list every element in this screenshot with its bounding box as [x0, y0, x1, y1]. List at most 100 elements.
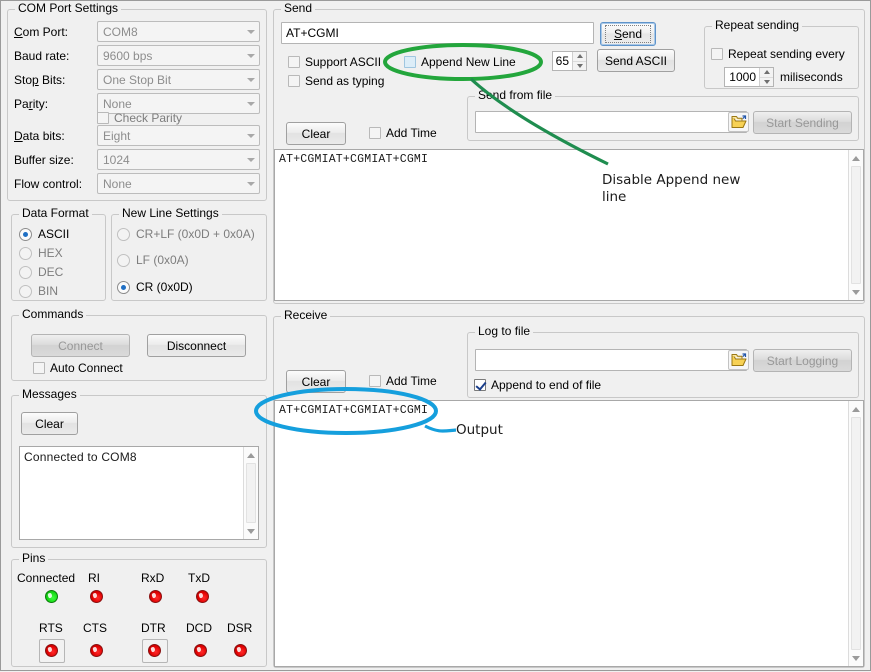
send-command-input[interactable]: AT+CGMI — [281, 22, 594, 44]
checkbox-box — [369, 127, 381, 139]
scroll-up-icon[interactable] — [849, 402, 863, 416]
label-buffer-size: Buffer size: — [14, 153, 74, 167]
messages-log[interactable]: Connected to COM8 — [19, 446, 259, 540]
pin-label-connected: Connected — [17, 571, 75, 585]
send-as-typing-checkbox[interactable]: Send as typing — [288, 74, 384, 88]
repeat-interval-unit: miliseconds — [780, 70, 843, 84]
data-bits-select[interactable]: Eight — [97, 125, 260, 146]
checkbox-box — [404, 56, 416, 68]
receive-title: Receive — [281, 309, 330, 321]
repeat-sending-checkbox[interactable]: Repeat sending every — [711, 47, 845, 61]
check-parity-checkbox[interactable]: Check Parity — [97, 111, 182, 125]
receive-log-scrollbar[interactable] — [848, 401, 863, 666]
label-baud-rate: Baud rate: — [14, 49, 69, 63]
scroll-thumb[interactable] — [851, 417, 861, 650]
pin-led-rts — [45, 644, 58, 657]
flow-control-select[interactable]: None — [97, 173, 260, 194]
pin-label-cts: CTS — [83, 621, 107, 635]
radio-newline-crlf[interactable]: CR+LF (0x0D + 0x0A) — [117, 227, 255, 241]
folder-open-icon[interactable] — [728, 112, 749, 132]
scroll-up-icon[interactable] — [849, 151, 863, 165]
chevron-down-icon — [242, 126, 259, 145]
send-add-time-checkbox[interactable]: Add Time — [369, 126, 437, 140]
repeat-interval-spinner[interactable]: 1000 — [724, 67, 774, 87]
messages-scrollbar[interactable] — [243, 447, 258, 539]
folder-open-icon[interactable] — [728, 350, 749, 370]
start-sending-button[interactable]: Start Sending — [753, 111, 852, 134]
pin-led-rxd — [149, 590, 162, 603]
checkbox-box — [369, 375, 381, 387]
spinner-down-icon[interactable] — [573, 62, 586, 71]
scroll-down-icon[interactable] — [849, 651, 863, 665]
checkbox-box — [288, 56, 300, 68]
pin-label-txd: TxD — [188, 571, 210, 585]
chevron-down-icon — [242, 94, 259, 113]
pin-led-dtr — [148, 644, 161, 657]
send-log-scrollbar[interactable] — [848, 150, 863, 300]
checkbox-box — [97, 112, 109, 124]
messages-clear-button[interactable]: Clear — [21, 412, 78, 435]
chevron-down-icon — [242, 174, 259, 193]
radio-newline-lf[interactable]: LF (0x0A) — [117, 253, 189, 267]
chevron-down-icon — [242, 22, 259, 41]
send-clear-button[interactable]: Clear — [286, 122, 346, 145]
radio-circle — [117, 281, 130, 294]
auto-connect-checkbox[interactable]: Auto Connect — [33, 361, 123, 375]
receive-clear-button[interactable]: Clear — [286, 370, 346, 393]
append-end-of-file-checkbox[interactable]: Append to end of file — [474, 378, 601, 392]
radio-circle — [117, 228, 130, 241]
send-log[interactable]: AT+CGMIAT+CGMIAT+CGMI — [274, 149, 864, 301]
pin-led-dsr — [234, 644, 247, 657]
pin-label-ri: RI — [88, 571, 100, 585]
send-ascii-button[interactable]: Send ASCII — [597, 49, 675, 72]
disconnect-button[interactable]: Disconnect — [147, 334, 246, 357]
receive-add-time-checkbox[interactable]: Add Time — [369, 374, 437, 388]
ascii-code-spinner[interactable]: 65 — [552, 51, 587, 71]
buffer-size-select[interactable]: 1024 — [97, 149, 260, 170]
append-new-line-checkbox[interactable]: Append New Line — [404, 55, 516, 69]
send-button-rest: end — [622, 27, 642, 41]
scroll-down-icon[interactable] — [849, 285, 863, 299]
radio-data-format-bin[interactable]: BIN — [19, 284, 58, 298]
spinner-up-icon[interactable] — [760, 68, 773, 78]
spinner-up-icon[interactable] — [573, 52, 586, 62]
spinner-down-icon[interactable] — [760, 78, 773, 87]
pin-led-cts — [90, 644, 103, 657]
checkbox-box — [711, 48, 723, 60]
checkbox-box — [33, 362, 45, 374]
log-file-path-input[interactable] — [475, 349, 747, 371]
radio-data-format-hex[interactable]: HEX — [19, 246, 63, 260]
baud-rate-select[interactable]: 9600 bps — [97, 45, 260, 66]
receive-log-text: AT+CGMIAT+CGMIAT+CGMI — [279, 404, 428, 417]
stop-bits-select[interactable]: One Stop Bit — [97, 69, 260, 90]
support-ascii-checkbox[interactable]: Support ASCII — [288, 55, 381, 69]
chevron-down-icon — [242, 46, 259, 65]
pin-label-rts: RTS — [39, 621, 63, 635]
label-data-bits: Data bits: — [14, 129, 65, 143]
com-port-select[interactable]: COM8 — [97, 21, 260, 42]
scroll-up-icon[interactable] — [244, 448, 258, 462]
send-from-file-title: Send from file — [475, 89, 555, 101]
radio-data-format-dec[interactable]: DEC — [19, 265, 63, 279]
radio-circle — [19, 266, 32, 279]
pin-label-rxd: RxD — [141, 571, 164, 585]
radio-newline-cr[interactable]: CR (0x0D) — [117, 280, 193, 294]
cyan-annotation-text: Output — [456, 422, 503, 439]
data-format-title: Data Format — [19, 207, 92, 219]
radio-circle — [19, 228, 32, 241]
scroll-thumb[interactable] — [246, 463, 256, 523]
receive-log[interactable]: AT+CGMIAT+CGMIAT+CGMI — [274, 400, 864, 667]
radio-circle — [19, 285, 32, 298]
pin-label-dcd: DCD — [186, 621, 212, 635]
scroll-down-icon[interactable] — [244, 524, 258, 538]
pin-led-connected — [45, 590, 58, 603]
send-file-path-input[interactable] — [475, 111, 747, 133]
send-button[interactable]: Send — [600, 22, 656, 46]
green-annotation-text: Disable Append new line — [602, 172, 740, 206]
radio-data-format-ascii[interactable]: ASCII — [19, 227, 69, 241]
label-parity: Parity: — [14, 97, 48, 111]
scroll-thumb[interactable] — [851, 166, 861, 284]
start-logging-button[interactable]: Start Logging — [753, 349, 852, 372]
connect-button[interactable]: Connect — [31, 334, 130, 357]
label-stop-bits: Stop Bits: — [14, 73, 65, 87]
